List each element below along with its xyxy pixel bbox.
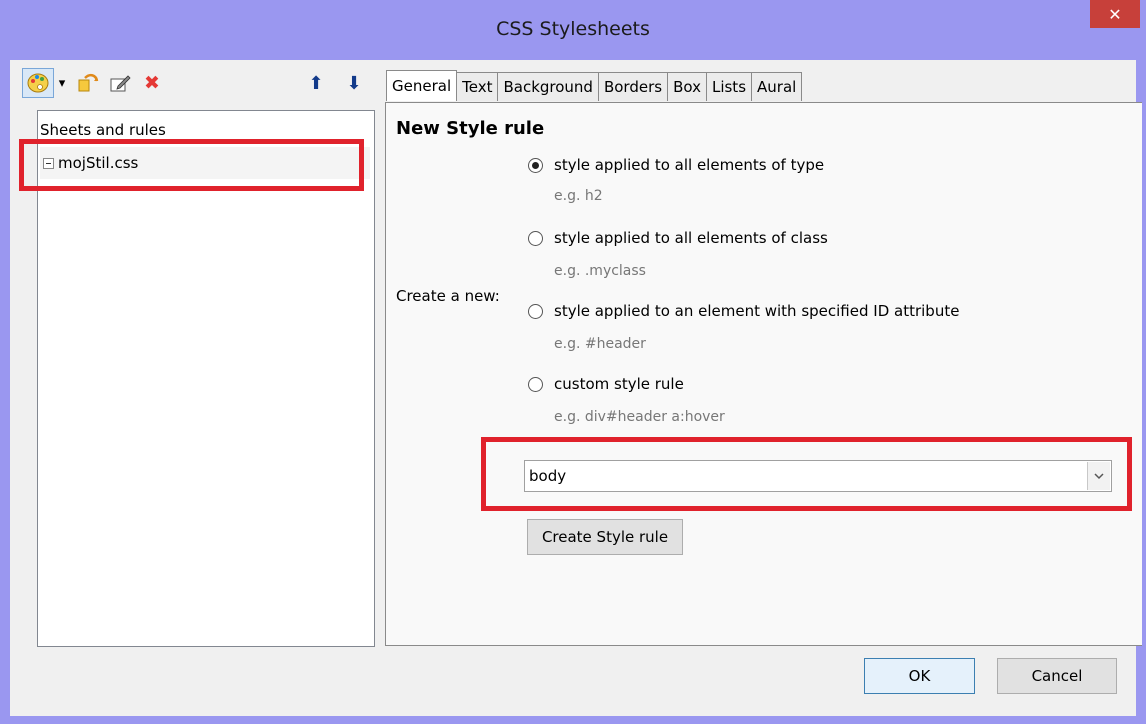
new-sheet-button[interactable] [74, 68, 102, 98]
palette-icon [27, 73, 49, 93]
example-hint: e.g. div#header a:hover [554, 409, 725, 425]
new-sheet-icon [78, 73, 99, 92]
radio-button-checked[interactable] [528, 157, 543, 173]
collapse-icon[interactable] [43, 157, 54, 169]
radio-option-id[interactable]: style applied to an element with specifi… [528, 302, 959, 320]
close-button[interactable]: ✕ [1090, 0, 1140, 28]
title-bar: CSS Stylesheets ✕ [0, 0, 1146, 60]
create-style-rule-button[interactable]: Create Style rule [527, 519, 683, 555]
move-down-icon: ⬇ [346, 72, 362, 94]
palette-button[interactable] [22, 68, 54, 98]
css-stylesheets-dialog: CSS Stylesheets ✕ ▾ ✖ ⬆ ⬇ Sheets and rul… [0, 0, 1146, 724]
ok-button[interactable]: OK [864, 658, 975, 694]
dropdown-arrow-icon: ▾ [58, 75, 66, 91]
radio-option-custom[interactable]: custom style rule [528, 375, 684, 393]
edit-icon [110, 75, 131, 92]
tab-strip: General Text Background Borders Box List… [386, 70, 803, 102]
create-new-label: Create a new: [396, 287, 500, 305]
radio-label: style applied to all elements of class [554, 229, 828, 247]
general-tab-panel [385, 102, 1142, 646]
selector-combobox[interactable]: body [524, 460, 1112, 492]
tab-aural[interactable]: Aural [751, 72, 803, 101]
radio-label: style applied to an element with specifi… [554, 302, 960, 320]
radio-option-type[interactable]: style applied to all elements of type [528, 156, 824, 174]
move-up-icon: ⬆ [308, 72, 324, 94]
tab-background[interactable]: Background [497, 72, 599, 101]
palette-dropdown-button[interactable]: ▾ [55, 68, 69, 98]
tree-item-label: mojStil.css [58, 154, 139, 172]
sheets-header: Sheets and rules [40, 121, 166, 139]
sheets-tree-panel[interactable]: Sheets and rules mojStil.css [37, 110, 375, 647]
radio-button[interactable] [528, 303, 543, 319]
radio-option-class[interactable]: style applied to all elements of class [528, 229, 828, 247]
radio-label: custom style rule [554, 375, 684, 393]
delete-button[interactable]: ✖ [138, 68, 166, 98]
tab-box[interactable]: Box [667, 72, 707, 101]
move-down-button[interactable]: ⬇ [343, 68, 365, 98]
tab-text[interactable]: Text [456, 72, 499, 101]
delete-icon: ✖ [144, 72, 160, 94]
move-up-button[interactable]: ⬆ [305, 68, 327, 98]
example-hint: e.g. h2 [554, 188, 603, 204]
radio-label: style applied to all elements of type [554, 156, 825, 174]
sheets-toolbar: ▾ ✖ ⬆ ⬇ [22, 68, 372, 98]
tab-lists[interactable]: Lists [705, 72, 753, 101]
window-title: CSS Stylesheets [496, 18, 650, 40]
radio-button[interactable] [528, 230, 543, 246]
cancel-button[interactable]: Cancel [997, 658, 1117, 694]
radio-button[interactable] [528, 376, 543, 392]
chevron-down-icon[interactable] [1087, 462, 1110, 490]
tab-general[interactable]: General [386, 70, 458, 101]
example-hint: e.g. .myclass [554, 263, 646, 279]
close-icon: ✕ [1108, 4, 1122, 24]
tree-item-stylesheet[interactable]: mojStil.css [40, 147, 370, 179]
example-hint: e.g. #header [554, 336, 646, 352]
section-heading: New Style rule [396, 118, 545, 139]
tab-borders[interactable]: Borders [597, 72, 669, 101]
selector-value: body [529, 467, 567, 485]
edit-button[interactable] [106, 68, 134, 98]
